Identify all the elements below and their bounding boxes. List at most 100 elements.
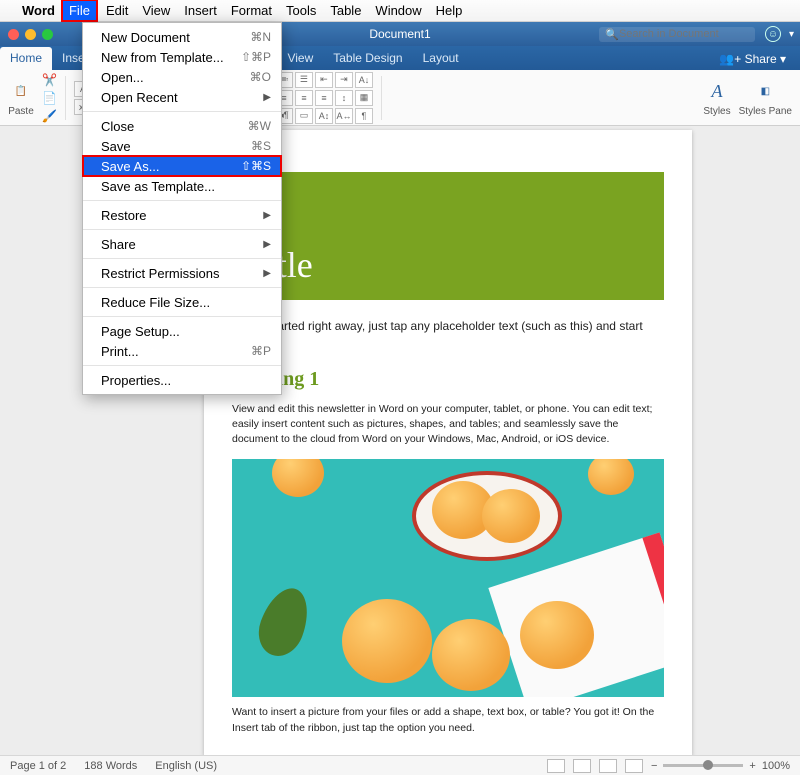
- menu-item-print[interactable]: Print... ⌘P: [83, 341, 281, 361]
- minimize-window-icon[interactable]: [25, 29, 36, 40]
- zoom-value[interactable]: 100%: [762, 760, 790, 772]
- language-indicator[interactable]: English (US): [155, 760, 217, 772]
- menu-view[interactable]: View: [142, 3, 170, 18]
- intro-paragraph[interactable]: To get started right away, just tap any …: [232, 318, 664, 353]
- chevron-down-icon[interactable]: ▾: [789, 29, 794, 40]
- sort-icon[interactable]: A↓: [355, 72, 373, 88]
- menu-edit[interactable]: Edit: [106, 3, 128, 18]
- menu-item-close[interactable]: Close ⌘W: [83, 116, 281, 136]
- menu-file[interactable]: File: [61, 0, 98, 22]
- menu-item-reduce-file-size[interactable]: Reduce File Size...: [83, 292, 281, 312]
- tab-layout[interactable]: Layout: [413, 47, 469, 70]
- menu-shortcut: ⇧⌘P: [241, 50, 271, 64]
- menu-item-page-setup[interactable]: Page Setup...: [83, 321, 281, 341]
- styles-pane-icon: ◧: [752, 79, 778, 105]
- peach-shape: [432, 619, 510, 691]
- image-placeholder[interactable]: [232, 459, 664, 697]
- indent-right-icon[interactable]: ⇥: [335, 72, 353, 88]
- menu-item-label: Share: [101, 237, 136, 252]
- menu-format[interactable]: Format: [231, 3, 272, 18]
- cut-icon[interactable]: ✂️: [42, 73, 57, 87]
- menu-item-label: Save as Template...: [101, 179, 215, 194]
- indent-left-icon[interactable]: ⇤: [315, 72, 333, 88]
- zoom-out-icon[interactable]: −: [651, 760, 657, 772]
- multilevel-icon[interactable]: ☰: [295, 72, 313, 88]
- peach-shape: [520, 601, 594, 669]
- app-name[interactable]: Word: [22, 3, 55, 18]
- menu-item-save-as-template[interactable]: Save as Template...: [83, 176, 281, 196]
- search-box[interactable]: 🔍: [599, 27, 755, 42]
- page-indicator[interactable]: Page 1 of 2: [10, 760, 66, 772]
- format-painter-icon[interactable]: 🖌️: [42, 109, 57, 123]
- style-btn[interactable]: A↕: [315, 108, 333, 124]
- search-icon: 🔍: [605, 28, 619, 41]
- paragraph-2[interactable]: Want to insert a picture from your files…: [232, 705, 664, 735]
- view-print-icon[interactable]: [547, 759, 565, 773]
- view-outline-icon[interactable]: [599, 759, 617, 773]
- menu-separator: [83, 365, 281, 366]
- justify-icon[interactable]: ≡: [315, 90, 333, 106]
- close-window-icon[interactable]: [8, 29, 19, 40]
- line-spacing-icon[interactable]: ↕: [335, 90, 353, 106]
- menu-table[interactable]: Table: [330, 3, 361, 18]
- menu-item-share[interactable]: Share▶: [83, 234, 281, 254]
- style-btn[interactable]: A↔: [335, 108, 353, 124]
- zoom-control[interactable]: − + 100%: [651, 760, 790, 772]
- document-title: Document1: [369, 27, 430, 41]
- tab-view[interactable]: View: [277, 47, 323, 70]
- view-web-icon[interactable]: [573, 759, 591, 773]
- menu-tools[interactable]: Tools: [286, 3, 316, 18]
- submenu-arrow-icon: ▶: [263, 268, 271, 279]
- menu-shortcut: ⌘W: [248, 119, 271, 133]
- menu-item-restore[interactable]: Restore ▶: [83, 205, 281, 225]
- share-icon: 👥+: [719, 52, 744, 66]
- title-block[interactable]: Title: [232, 172, 664, 300]
- fullscreen-window-icon[interactable]: [42, 29, 53, 40]
- paste-group[interactable]: 📋 Paste: [8, 78, 34, 117]
- tab-table-design[interactable]: Table Design: [323, 47, 412, 70]
- menu-help[interactable]: Help: [436, 3, 463, 18]
- menu-separator: [83, 316, 281, 317]
- view-draft-icon[interactable]: [625, 759, 643, 773]
- file-menu-dropdown: New Document⌘NNew from Template...⇧⌘POpe…: [82, 22, 282, 395]
- menu-item-new-document[interactable]: New Document ⌘N: [83, 27, 281, 47]
- menu-item-save-as[interactable]: Save As...⇧⌘S: [83, 156, 281, 176]
- copy-icon[interactable]: 📄: [42, 91, 57, 105]
- border-icon[interactable]: ▭: [295, 108, 313, 124]
- menu-separator: [83, 258, 281, 259]
- menu-shortcut: ⌘N: [250, 30, 271, 44]
- submenu-arrow-icon: ▶: [263, 210, 271, 221]
- menu-item-label: Print...: [101, 344, 139, 359]
- menu-item-label: Restore: [101, 208, 147, 223]
- align-right-icon[interactable]: ≡: [295, 90, 313, 106]
- mac-menubar: Word File Edit View Insert Format Tools …: [0, 0, 800, 22]
- submenu-arrow-icon: ▶: [263, 92, 271, 103]
- shading-icon[interactable]: ▦: [355, 90, 373, 106]
- styles-pane-group[interactable]: ◧ Styles Pane: [739, 79, 792, 117]
- paragraph-1[interactable]: View and edit this newsletter in Word on…: [232, 402, 664, 448]
- menu-item-open[interactable]: Open...⌘O: [83, 67, 281, 87]
- styles-group[interactable]: A Styles: [703, 78, 730, 117]
- zoom-slider[interactable]: [663, 764, 743, 767]
- menu-item-label: New Document: [101, 30, 190, 45]
- menu-shortcut: ⌘P: [251, 344, 271, 358]
- menu-item-new-from-template[interactable]: New from Template...⇧⌘P: [83, 47, 281, 67]
- menu-item-properties[interactable]: Properties...: [83, 370, 281, 390]
- peach-shape: [342, 599, 432, 683]
- help-icon[interactable]: ☺: [765, 26, 781, 42]
- zoom-in-icon[interactable]: +: [749, 760, 755, 772]
- search-input[interactable]: [619, 28, 749, 40]
- heading-1[interactable]: Heading 1: [232, 365, 664, 394]
- menu-item-restrict-permissions[interactable]: Restrict Permissions▶: [83, 263, 281, 283]
- word-count[interactable]: 188 Words: [84, 760, 137, 772]
- tab-home[interactable]: Home: [0, 47, 52, 70]
- menu-window[interactable]: Window: [375, 3, 421, 18]
- menu-separator: [83, 200, 281, 201]
- menu-item-open-recent[interactable]: Open Recent▶: [83, 87, 281, 107]
- share-button[interactable]: 👥+ Share ▾: [715, 48, 790, 70]
- menu-shortcut: ⌘O: [250, 70, 271, 84]
- menu-item-label: Close: [101, 119, 134, 134]
- show-marks-icon[interactable]: ¶: [355, 108, 373, 124]
- menu-insert[interactable]: Insert: [184, 3, 217, 18]
- menu-item-save[interactable]: Save⌘S: [83, 136, 281, 156]
